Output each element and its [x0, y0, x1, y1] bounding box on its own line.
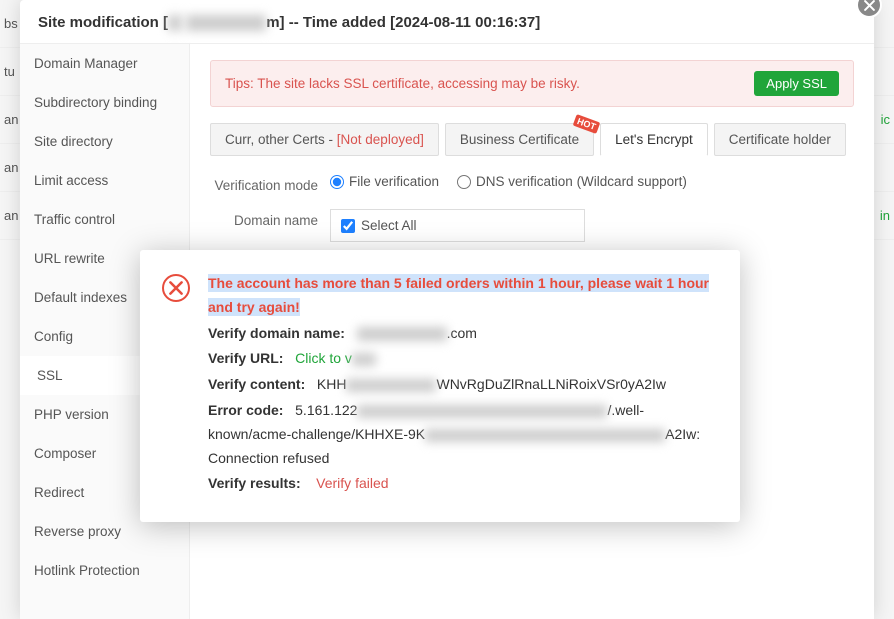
sidebar-item-site-directory[interactable]: Site directory — [20, 122, 189, 161]
sidebar-item-label: Config — [34, 329, 73, 344]
label-verify-results: Verify results: — [208, 475, 301, 491]
sidebar-item-limit-access[interactable]: Limit access — [20, 161, 189, 200]
sidebar-item-label: SSL — [37, 368, 63, 383]
tab-label: Certificate holder — [729, 132, 831, 147]
domain-select-box[interactable]: Select All — [330, 209, 585, 242]
tab-label: Business Certificate — [460, 132, 579, 147]
bg-cell: tu — [4, 64, 15, 79]
tab-current-cert[interactable]: Curr, other Certs - [Not deployed] — [210, 123, 439, 156]
select-all-label: Select All — [361, 218, 417, 233]
tab-label: Let's Encrypt — [615, 132, 693, 147]
select-all-checkbox[interactable] — [341, 219, 355, 233]
label-verify-domain: Verify domain name: — [208, 325, 345, 341]
radio-label: File verification — [349, 174, 439, 189]
bg-cell: an — [4, 160, 18, 175]
tips-text: Tips: The site lacks SSL certificate, ac… — [225, 76, 580, 91]
title-prefix: Site modification [ — [38, 14, 168, 31]
radio-input[interactable] — [330, 175, 344, 189]
value-verify-content-suffix: WNvRgDuZlRnaLLNiRoixVSr0yA2Iw — [436, 376, 666, 392]
sidebar-item-label: Redirect — [34, 485, 84, 500]
sidebar-item-label: Hotlink Protection — [34, 563, 140, 578]
sidebar-item-label: Default indexes — [34, 290, 127, 305]
error-popup: The account has more than 5 failed order… — [140, 250, 740, 522]
modal-title: Site modification [.. ........m] -- Time… — [20, 0, 874, 44]
label-verify-content: Verify content: — [208, 376, 305, 392]
radio-dns-verification[interactable]: DNS verification (Wildcard support) — [457, 174, 687, 189]
tab-status: [Not deployed] — [337, 132, 424, 147]
sidebar-item-subdirectory[interactable]: Subdirectory binding — [20, 83, 189, 122]
label-domain-name: Domain name — [210, 209, 330, 228]
apply-ssl-button[interactable]: Apply SSL — [754, 71, 839, 96]
value-error-ip: 5.161.122 — [295, 402, 357, 418]
sidebar-item-label: Limit access — [34, 173, 108, 188]
bg-cell-green: in — [880, 208, 890, 223]
radio-input[interactable] — [457, 175, 471, 189]
label-verification-mode: Verification mode — [210, 174, 330, 193]
cert-tabs: Curr, other Certs - [Not deployed] Busin… — [210, 123, 854, 156]
value-verify-domain-tail: .com — [447, 325, 477, 341]
sidebar-item-traffic[interactable]: Traffic control — [20, 200, 189, 239]
label-error-code: Error code: — [208, 402, 283, 418]
sidebar-item-label: Composer — [34, 446, 96, 461]
link-text: Click to v — [295, 350, 352, 366]
radio-label: DNS verification (Wildcard support) — [476, 174, 687, 189]
hot-badge-icon: HOT — [573, 114, 601, 134]
tab-business-cert[interactable]: Business Certificate HOT — [445, 123, 594, 156]
sidebar-item-label: Traffic control — [34, 212, 115, 227]
value-verify-content-prefix: KHH — [317, 376, 347, 392]
tab-cert-holder[interactable]: Certificate holder — [714, 123, 846, 156]
bg-cell: an — [4, 112, 18, 127]
bg-cell-green: ic — [881, 112, 890, 127]
label-verify-url: Verify URL: — [208, 350, 283, 366]
sidebar-item-label: URL rewrite — [34, 251, 105, 266]
sidebar-item-hotlink[interactable]: Hotlink Protection — [20, 551, 189, 590]
bg-cell: bs — [4, 16, 18, 31]
value-verify-results: Verify failed — [316, 475, 388, 491]
sidebar-item-label: PHP version — [34, 407, 109, 422]
error-title: The account has more than 5 failed order… — [208, 274, 709, 316]
title-time: -- Time added [2024-08-11 00:16:37] — [285, 14, 541, 31]
tab-lets-encrypt[interactable]: Let's Encrypt — [600, 123, 708, 156]
sidebar-item-label: Reverse proxy — [34, 524, 121, 539]
tab-label: Curr, other Certs - — [225, 132, 337, 147]
error-icon — [162, 274, 190, 302]
bg-cell: an — [4, 208, 18, 223]
radio-file-verification[interactable]: File verification — [330, 174, 439, 189]
sidebar-item-label: Subdirectory binding — [34, 95, 157, 110]
ssl-tips-bar: Tips: The site lacks SSL certificate, ac… — [210, 60, 854, 107]
title-domain-tail: m] — [266, 14, 284, 31]
verify-url-link[interactable]: Click to v... — [295, 350, 376, 366]
sidebar-item-label: Site directory — [34, 134, 113, 149]
sidebar-item-label: Domain Manager — [34, 56, 138, 71]
sidebar-item-domain-manager[interactable]: Domain Manager — [20, 44, 189, 83]
